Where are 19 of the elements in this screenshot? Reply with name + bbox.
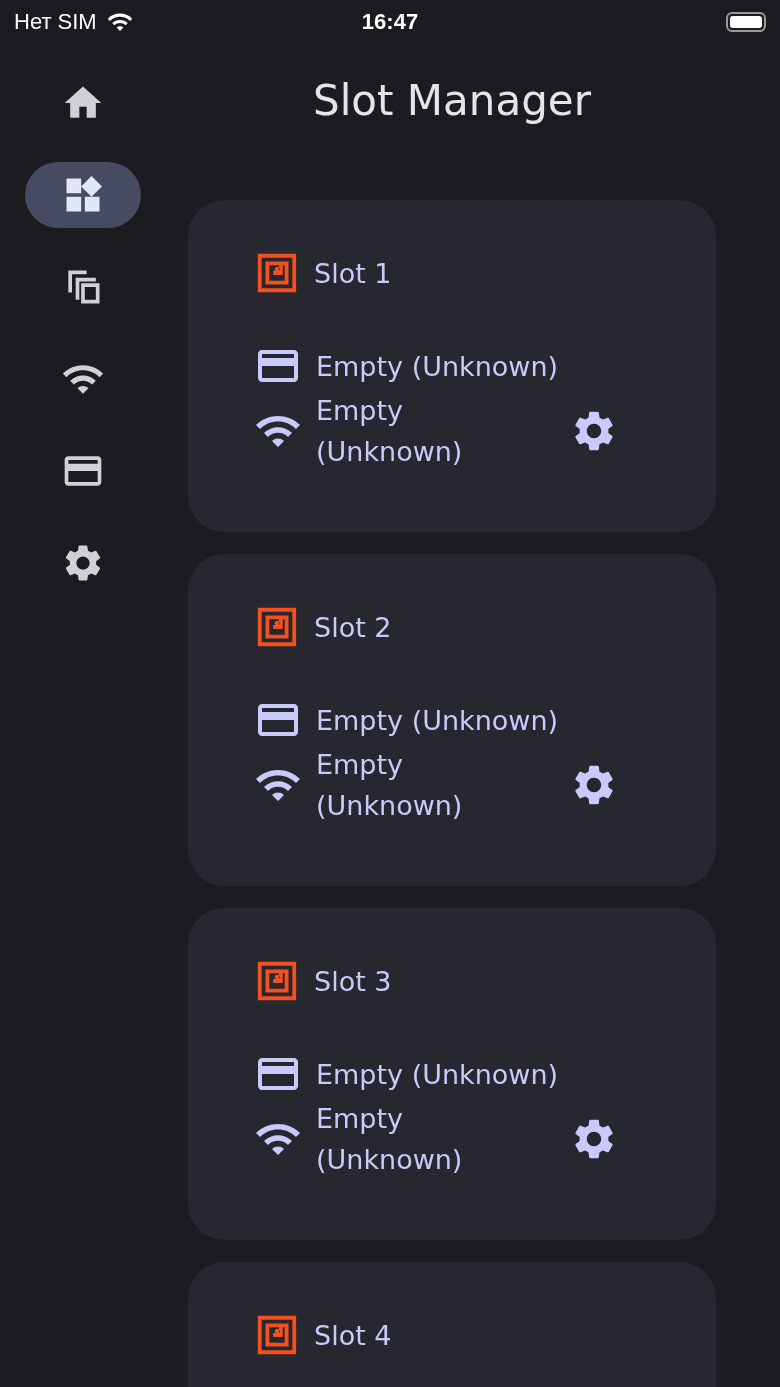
slot-name: Slot 3 (314, 965, 392, 997)
card-status: Empty (Unknown) (316, 703, 559, 738)
card-status: Empty (Unknown) (316, 349, 559, 384)
battery-icon (726, 12, 766, 32)
wifi-status: Empty (Unknown) (316, 748, 464, 823)
wifi-signal-icon (106, 12, 133, 32)
slot-name: Slot 4 (314, 1319, 392, 1351)
carrier-text: Нет SIM (14, 9, 97, 35)
slot-card[interactable]: Slot 4 (188, 1262, 716, 1387)
slot-name: Slot 2 (314, 611, 392, 643)
clock-text: 16:47 (361, 9, 419, 34)
card-status: Empty (Unknown) (316, 1057, 559, 1092)
wifi-status: Empty (Unknown) (316, 394, 464, 469)
page-title: Slot Manager (313, 76, 591, 125)
slot-name: Slot 1 (314, 257, 392, 289)
wifi-status: Empty (Unknown) (316, 1102, 464, 1177)
slot-card[interactable]: Slot 1 Empty (Unknown) Empty (Unknown) (188, 200, 716, 532)
slot-card[interactable]: Slot 3 Empty (Unknown) Empty (Unknown) (188, 908, 716, 1240)
slot-card[interactable]: Slot 2 Empty (Unknown) Empty (Unknown) (188, 554, 716, 886)
